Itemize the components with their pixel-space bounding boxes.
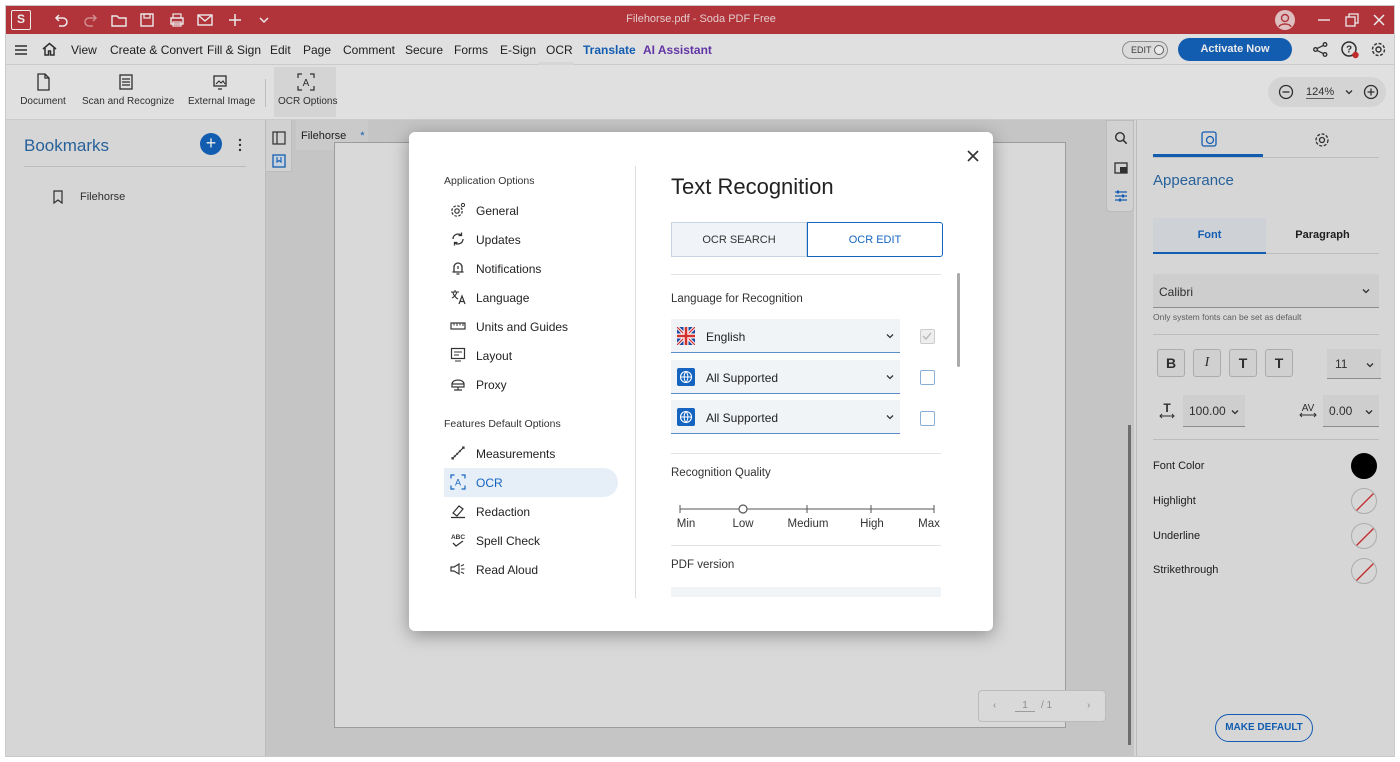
nav-units-guides[interactable]: Units and Guides bbox=[444, 312, 618, 341]
nav-read-aloud[interactable]: Read Aloud bbox=[444, 555, 618, 584]
app-window: S Filehorse.pdf - Soda PDF Free View Cre… bbox=[5, 5, 1395, 757]
nav-proxy-label: Proxy bbox=[476, 378, 507, 392]
nav-ocr[interactable]: A OCR bbox=[444, 468, 618, 497]
quality-medium: Medium bbox=[787, 518, 829, 530]
nav-language[interactable]: Language bbox=[444, 283, 618, 312]
ocr-edit-option[interactable]: OCR EDIT bbox=[807, 222, 943, 257]
bell-icon bbox=[452, 262, 464, 275]
content-divider bbox=[671, 545, 941, 546]
svg-text:A: A bbox=[455, 478, 461, 488]
pdf-version-select[interactable] bbox=[671, 587, 941, 597]
dialog-title: Text Recognition bbox=[671, 174, 834, 199]
quality-high: High bbox=[860, 518, 884, 530]
nav-measurements[interactable]: Measurements bbox=[444, 439, 618, 468]
nav-notifications-label: Notifications bbox=[476, 262, 542, 276]
pdf-version-label: PDF version bbox=[671, 559, 735, 571]
translate-icon bbox=[451, 290, 466, 305]
nav-measurements-label: Measurements bbox=[476, 447, 556, 461]
svg-text:ABC: ABC bbox=[451, 534, 465, 541]
language-select-1[interactable]: English bbox=[671, 319, 900, 353]
nav-updates[interactable]: Updates bbox=[444, 225, 618, 254]
measure-icon bbox=[451, 446, 465, 460]
quality-low: Low bbox=[732, 518, 754, 530]
globe-icon bbox=[677, 408, 695, 426]
sync-icon bbox=[452, 232, 464, 246]
language-checkbox-3[interactable] bbox=[920, 411, 935, 426]
nav-layout[interactable]: Layout bbox=[444, 341, 618, 370]
layout-icon bbox=[450, 347, 466, 362]
dialog-scrollbar[interactable] bbox=[957, 273, 960, 367]
language-checkbox-2[interactable] bbox=[920, 370, 935, 385]
nav-updates-label: Updates bbox=[476, 233, 521, 247]
app-options-heading: Application Options bbox=[444, 175, 535, 187]
options-dialog: Application Options General Updates Noti… bbox=[409, 132, 993, 631]
nav-proxy[interactable]: Proxy bbox=[444, 370, 618, 399]
nav-redaction[interactable]: Redaction bbox=[444, 497, 618, 526]
language-select-3-value: All Supported bbox=[706, 411, 779, 425]
slider-thumb[interactable] bbox=[738, 504, 748, 514]
nav-notifications[interactable]: Notifications bbox=[444, 254, 618, 283]
language-select-2[interactable]: All Supported bbox=[671, 360, 900, 394]
language-select-3[interactable]: All Supported bbox=[671, 400, 900, 434]
nav-general-label: General bbox=[476, 204, 519, 218]
nav-units-guides-label: Units and Guides bbox=[476, 320, 569, 334]
close-icon[interactable] bbox=[963, 146, 983, 166]
nav-ocr-label: OCR bbox=[476, 476, 503, 490]
content-divider bbox=[671, 453, 941, 454]
ocr-icon: A bbox=[450, 474, 466, 490]
features-options-heading: Features Default Options bbox=[444, 418, 561, 430]
nav-layout-label: Layout bbox=[476, 349, 513, 363]
uk-flag-icon bbox=[677, 327, 695, 345]
nav-language-label: Language bbox=[476, 291, 530, 305]
ocr-mode-segmented-control: OCR SEARCH OCR EDIT bbox=[671, 222, 943, 257]
language-checkbox-1[interactable] bbox=[920, 329, 935, 344]
spell-check-icon: ABC bbox=[451, 534, 465, 547]
gear-icon bbox=[451, 202, 466, 217]
nav-read-aloud-label: Read Aloud bbox=[476, 563, 539, 577]
quality-max: Max bbox=[918, 518, 940, 530]
language-label: Language for Recognition bbox=[671, 293, 803, 305]
nav-spell-check[interactable]: ABC Spell Check bbox=[444, 526, 618, 555]
dialog-divider bbox=[635, 166, 636, 598]
recognition-quality-slider[interactable] bbox=[679, 504, 935, 514]
language-select-1-value: English bbox=[706, 330, 746, 344]
globe-icon bbox=[677, 368, 695, 386]
nav-general[interactable]: General bbox=[444, 196, 618, 225]
quality-label: Recognition Quality bbox=[671, 467, 771, 479]
speaker-icon bbox=[450, 562, 465, 576]
nav-redaction-label: Redaction bbox=[476, 505, 531, 519]
eraser-icon bbox=[451, 505, 465, 519]
chevron-down-icon bbox=[886, 415, 894, 420]
nav-spell-check-label: Spell Check bbox=[476, 534, 541, 548]
ruler-icon bbox=[450, 322, 466, 330]
chevron-down-icon bbox=[886, 334, 894, 339]
ocr-search-option[interactable]: OCR SEARCH bbox=[671, 222, 807, 257]
quality-min: Min bbox=[676, 518, 696, 530]
content-divider bbox=[671, 274, 941, 275]
chevron-down-icon bbox=[886, 375, 894, 380]
network-icon bbox=[451, 379, 465, 391]
language-select-2-value: All Supported bbox=[706, 371, 779, 385]
checkmark-icon bbox=[922, 332, 932, 341]
